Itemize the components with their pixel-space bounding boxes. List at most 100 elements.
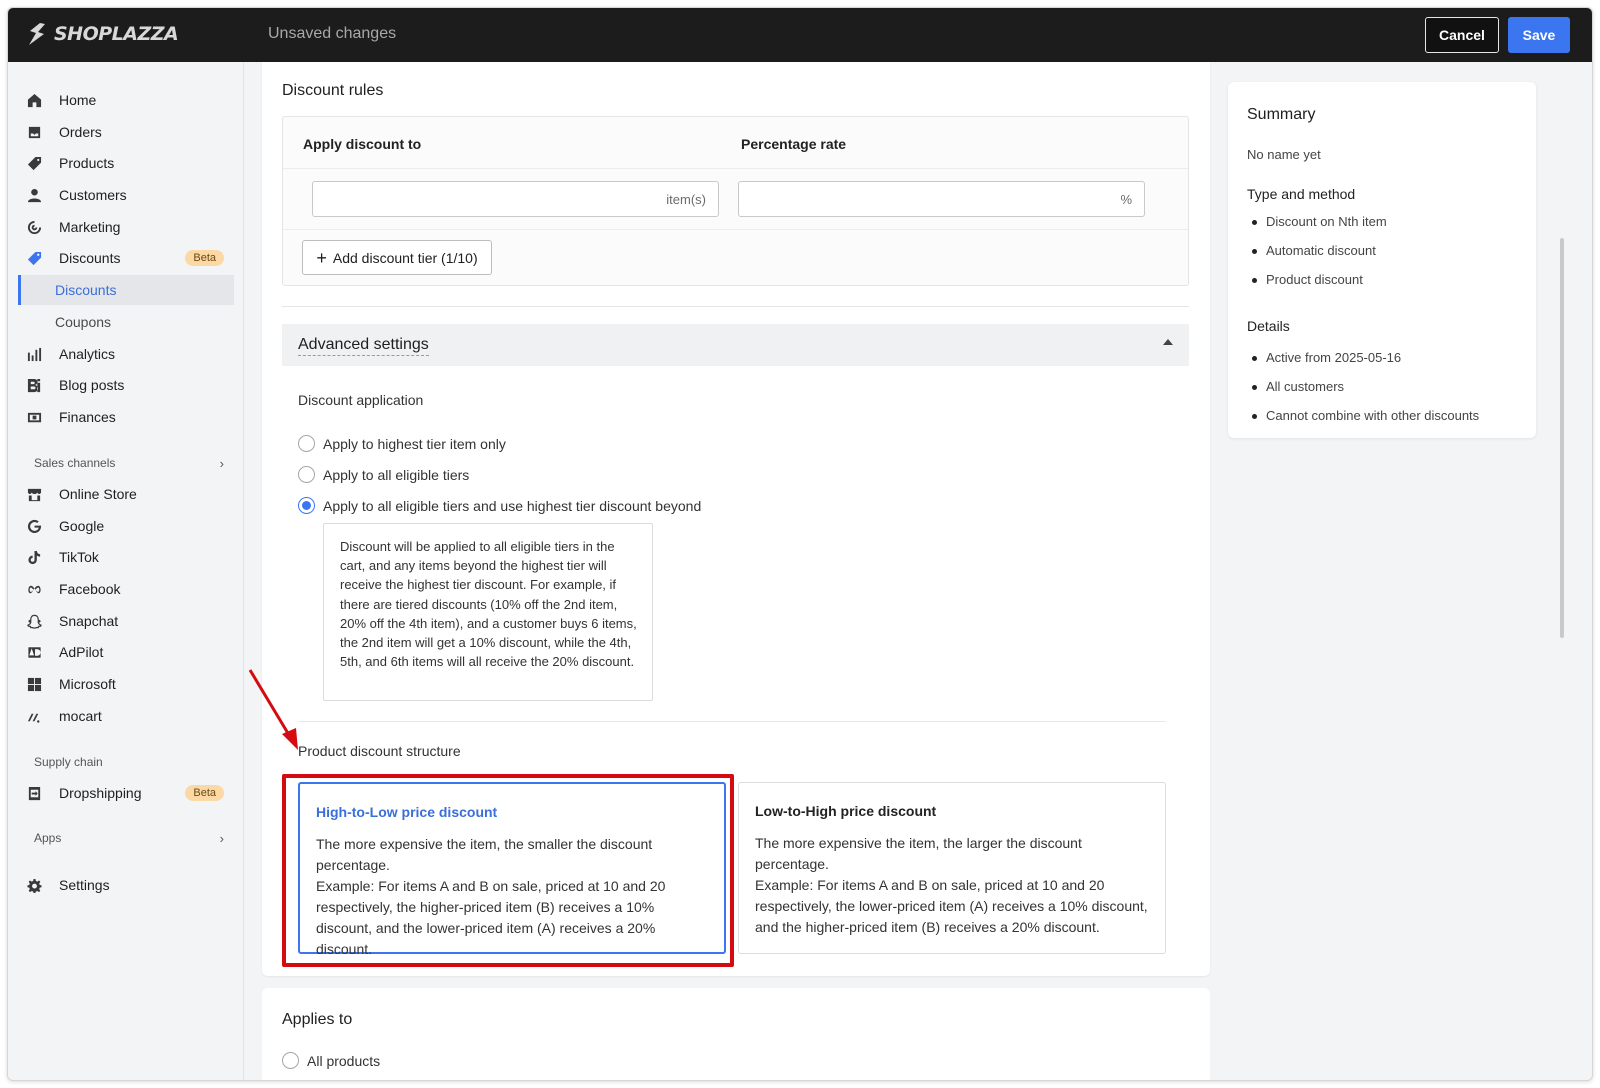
rules-table-header: Apply discount to Percentage rate xyxy=(283,117,1188,169)
applies-to-title: Applies to xyxy=(282,1011,353,1028)
sidebar-item-snapchat[interactable]: Snapchat xyxy=(18,607,234,635)
high-to-low-option-card[interactable]: High-to-Low price discount The more expe… xyxy=(298,782,726,957)
applies-to-card: Applies to All products xyxy=(262,988,1210,1080)
list-item: Product discount xyxy=(1247,270,1518,299)
sidebar-item-orders[interactable]: Orders xyxy=(18,118,234,146)
sidebar-item-label: Snapchat xyxy=(59,613,119,629)
type-method-heading: Type and method xyxy=(1247,186,1356,202)
tag-icon xyxy=(26,155,42,171)
sidebar-item-customers[interactable]: Customers xyxy=(18,181,234,209)
radio-label: Apply to highest tier item only xyxy=(323,435,506,452)
sidebar-item-mocart[interactable]: mocart xyxy=(18,702,234,730)
google-icon xyxy=(26,518,42,534)
apps-header[interactable]: Apps › xyxy=(34,831,224,846)
discount-application-label: Discount application xyxy=(298,392,424,408)
caret-up-icon xyxy=(1163,339,1173,345)
sidebar-item-label: Facebook xyxy=(59,581,121,597)
person-icon xyxy=(26,187,42,203)
radio-all-tiers-highest-beyond[interactable]: Apply to all eligible tiers and use high… xyxy=(298,497,701,514)
red-arrow-annotation xyxy=(248,669,298,750)
sidebar-item-google[interactable]: Google xyxy=(18,512,234,540)
advanced-settings-title: Advanced settings xyxy=(298,336,429,356)
radio-button[interactable] xyxy=(298,466,315,483)
snapchat-icon xyxy=(26,613,42,629)
app-window: SHOPLAZZA Unsaved changes Cancel Save Ho… xyxy=(7,7,1593,1081)
sidebar-item-dropshipping[interactable]: Dropshipping Beta xyxy=(18,779,234,807)
sidebar-subitem-coupons[interactable]: Coupons xyxy=(18,307,234,337)
cancel-button[interactable]: Cancel xyxy=(1425,17,1499,53)
discount-rules-table: Apply discount to Percentage rate item(s… xyxy=(282,116,1189,286)
dropshipping-icon xyxy=(26,785,42,801)
mocart-icon xyxy=(26,708,42,724)
sidebar-item-label: Online Store xyxy=(59,486,137,502)
shoplazza-logo[interactable]: SHOPLAZZA xyxy=(26,22,179,46)
sidebar-item-settings[interactable]: Settings xyxy=(18,871,234,899)
radio-highest-tier-only[interactable]: Apply to highest tier item only xyxy=(298,435,506,452)
add-tier-label: Add discount tier (1/10) xyxy=(332,249,478,266)
summary-name: No name yet xyxy=(1247,147,1321,162)
option-description: The more expensive the item, the smaller… xyxy=(316,836,653,873)
sidebar-item-label: Microsoft xyxy=(59,676,116,692)
option-example: Example: For items A and B on sale, pric… xyxy=(755,877,1148,935)
home-icon xyxy=(26,92,42,108)
sidebar-item-microsoft[interactable]: Microsoft xyxy=(18,670,234,698)
radio-all-eligible-tiers[interactable]: Apply to all eligible tiers xyxy=(298,466,469,483)
sidebar-item-finances[interactable]: Finances xyxy=(18,403,234,431)
sidebar-item-label: Analytics xyxy=(59,346,116,362)
details-heading: Details xyxy=(1247,318,1290,334)
page-scrollbar[interactable] xyxy=(1560,238,1564,638)
sidebar-item-online-store[interactable]: Online Store xyxy=(18,480,234,508)
advanced-settings-header[interactable]: Advanced settings xyxy=(282,324,1189,366)
radio-button[interactable] xyxy=(282,1052,299,1069)
radio-all-products[interactable]: All products xyxy=(282,1052,380,1069)
divider xyxy=(298,721,1166,722)
sales-channels-header[interactable]: Sales channels › xyxy=(34,456,224,471)
list-item: All customers xyxy=(1247,377,1518,406)
sidebar-item-label: Customers xyxy=(59,187,127,203)
meta-icon xyxy=(26,581,42,597)
discount-rules-title: Discount rules xyxy=(282,82,384,99)
product-discount-structure-label: Product discount structure xyxy=(298,743,461,759)
discount-application-explanation: Discount will be applied to all eligible… xyxy=(323,523,653,701)
blog-icon xyxy=(26,377,42,393)
sidebar-item-adpilot[interactable]: AdPilot xyxy=(18,638,234,666)
sidebar-item-label: Settings xyxy=(59,877,110,893)
save-button[interactable]: Save xyxy=(1508,17,1570,53)
sidebar-item-label: TikTok xyxy=(59,549,99,565)
percent-suffix: % xyxy=(1120,191,1132,207)
apps-label: Apps xyxy=(34,831,62,845)
logo-text: SHOPLAZZA xyxy=(54,23,179,45)
radio-label: Apply to all eligible tiers xyxy=(323,466,470,483)
sidebar-item-blog-posts[interactable]: Blog posts xyxy=(18,371,234,399)
sidebar-item-home[interactable]: Home xyxy=(18,86,234,114)
low-to-high-option-card[interactable]: Low-to-High price discount The more expe… xyxy=(738,782,1166,954)
percentage-rate-input[interactable]: % xyxy=(738,181,1145,217)
radio-button[interactable] xyxy=(298,435,315,452)
sidebar-subitem-discounts[interactable]: Discounts xyxy=(18,275,234,305)
apply-discount-to-header: Apply discount to xyxy=(303,136,422,152)
list-item: Cannot combine with other discounts xyxy=(1247,406,1518,435)
apply-items-input[interactable]: item(s) xyxy=(312,181,719,217)
sidebar-item-facebook[interactable]: Facebook xyxy=(18,575,234,603)
sidebar-item-products[interactable]: Products xyxy=(18,149,234,177)
sidebar-item-analytics[interactable]: Analytics xyxy=(18,340,234,368)
option-title: High-to-Low price discount xyxy=(316,804,498,820)
top-bar: SHOPLAZZA Unsaved changes Cancel Save xyxy=(8,8,1592,62)
type-method-list: Discount on Nth item Automatic discount … xyxy=(1247,212,1518,299)
sidebar-item-marketing[interactable]: Marketing xyxy=(18,213,234,241)
finance-icon xyxy=(26,409,42,425)
divider xyxy=(283,229,1188,230)
items-suffix: item(s) xyxy=(666,191,706,207)
percentage-rate-header: Percentage rate xyxy=(741,136,847,152)
radio-button-selected[interactable] xyxy=(298,497,315,514)
summary-card: Summary No name yet Type and method Disc… xyxy=(1228,82,1536,438)
chevron-right-icon: › xyxy=(219,456,224,471)
option-title: Low-to-High price discount xyxy=(755,803,937,819)
shoplazza-logo-icon xyxy=(29,23,45,45)
sidebar-item-label: Products xyxy=(59,155,115,171)
summary-title: Summary xyxy=(1247,106,1316,123)
sidebar-item-tiktok[interactable]: TikTok xyxy=(18,543,234,571)
sidebar-item-label: Finances xyxy=(59,409,116,425)
add-discount-tier-button[interactable]: + Add discount tier (1/10) xyxy=(302,240,492,275)
sidebar-item-discounts[interactable]: Discounts Beta xyxy=(18,244,234,272)
